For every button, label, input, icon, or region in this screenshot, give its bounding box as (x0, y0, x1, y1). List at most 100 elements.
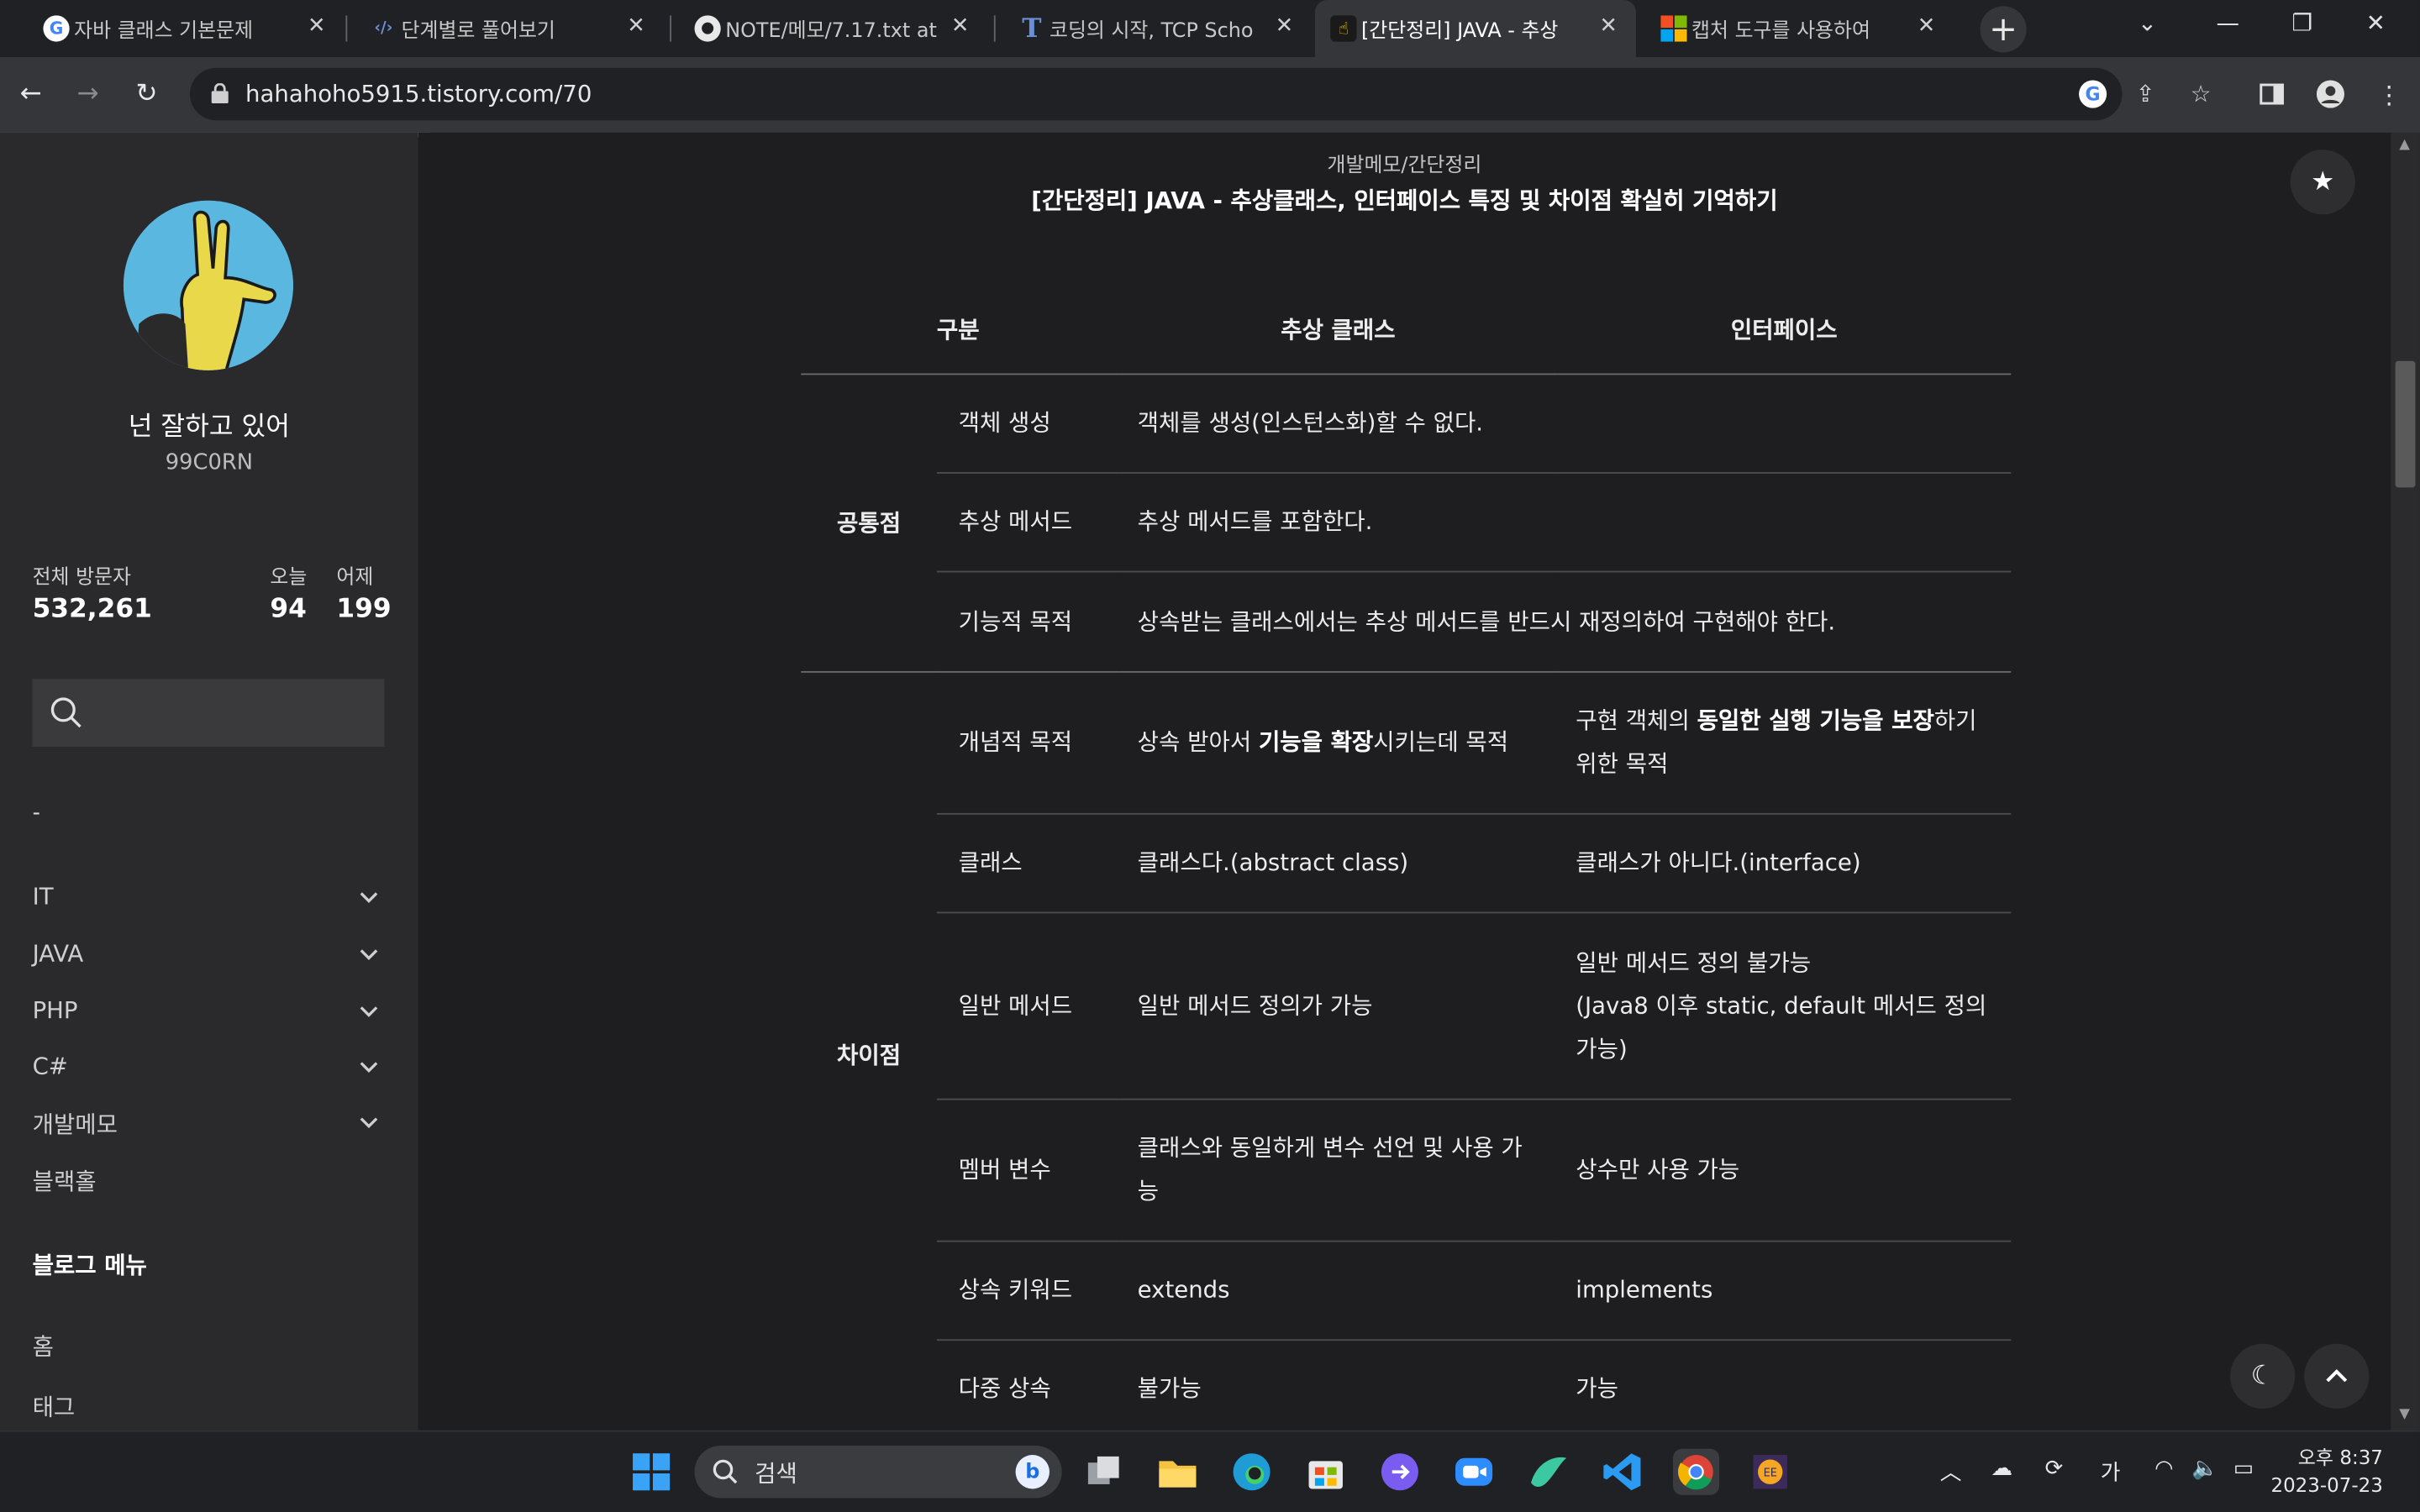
zoom-icon[interactable] (1451, 1449, 1497, 1495)
share-icon[interactable]: ⇪ (2132, 81, 2160, 108)
eclipse-bird-icon[interactable] (1525, 1449, 1571, 1495)
row-name: 클래스 (936, 812, 1119, 913)
task-view-icon[interactable] (1081, 1449, 1127, 1495)
page-scrollbar[interactable]: ▲ ▼ (2391, 132, 2420, 1431)
category-it[interactable]: IT (33, 883, 385, 929)
chevron-down-icon[interactable] (360, 889, 378, 907)
scrollbar-thumb[interactable] (2395, 360, 2416, 488)
edge-icon[interactable] (1228, 1449, 1275, 1495)
blog-title[interactable]: 넌 잘하고 있어 (0, 404, 418, 443)
battery-icon[interactable]: ▭ (2233, 1457, 2254, 1481)
bing-icon[interactable]: b (1015, 1455, 1050, 1489)
profile-icon[interactable] (2315, 79, 2346, 110)
chevron-down-icon[interactable] (360, 1114, 378, 1132)
tab-search-icon[interactable]: ⌄ (2138, 9, 2157, 37)
tab-active-java-summary[interactable]: ☝ [간단정리] JAVA - 추상 ✕ (1314, 0, 1636, 57)
tab-java-class-problems[interactable]: G 자바 클래스 기본문제 ✕ (28, 0, 345, 57)
volume-muted-icon[interactable]: 🔈 (2191, 1457, 2218, 1481)
category-csharp[interactable]: C# (33, 1053, 385, 1099)
scroll-up-arrow[interactable]: ▲ (2396, 137, 2412, 152)
profile-avatar[interactable] (123, 200, 293, 370)
tab-step-by-step[interactable]: ‹/› 단계별로 풀어보기 ✕ (355, 0, 663, 57)
close-tab-icon[interactable]: ✕ (308, 14, 326, 39)
category-dev-memo[interactable]: 개발메모 (33, 1108, 385, 1154)
row-name: 기능적 목적 (936, 570, 1119, 672)
close-tab-icon[interactable]: ✕ (1918, 14, 1936, 39)
row-name: 객체 생성 (936, 373, 1119, 473)
dark-mode-toggle[interactable]: ☾ (2230, 1343, 2296, 1409)
windows-start-icon[interactable] (629, 1449, 675, 1495)
yesterday-visitors-label: 어제 (336, 566, 374, 590)
restore-icon[interactable]: ❐ (2292, 9, 2313, 37)
row-name: 상속 키워드 (936, 1240, 1119, 1341)
sync-icon[interactable]: ⟳ (2045, 1457, 2064, 1481)
microsoft-icon (1660, 15, 1687, 42)
tab-capture-tool[interactable]: 캡처 도구를 사용하여 ✕ (1645, 0, 1954, 57)
power-automate-icon[interactable] (1376, 1449, 1423, 1495)
abstract-cell: 클래스다.(abstract class) (1118, 812, 1558, 913)
menu-item-tags[interactable]: 태그 (33, 1390, 76, 1423)
scroll-down-arrow[interactable]: ▼ (2396, 1407, 2412, 1422)
category-java[interactable]: JAVA (33, 940, 385, 986)
category-label: 블랙홀 (32, 1168, 97, 1196)
tab-title: 코딩의 시작, TCP Scho (1049, 19, 1254, 44)
table-row: 멤버 변수 클래스와 동일하게 변수 선언 및 사용 가능 상수만 사용 가능 (801, 1098, 2012, 1242)
java-ee-ide-icon[interactable]: EE (1747, 1449, 1793, 1495)
taskbar-search[interactable]: 검색 b (694, 1446, 1062, 1499)
github-icon: ● (694, 15, 721, 42)
table-row: 다중 상속 불가능 가능 (801, 1339, 2012, 1431)
blog-search-input[interactable] (32, 679, 385, 747)
google-icon: G (43, 15, 70, 42)
google-lens-icon[interactable]: G (2079, 80, 2107, 108)
reload-icon[interactable]: ↻ (129, 77, 163, 111)
ime-indicator[interactable]: 가 (2101, 1457, 2121, 1488)
address-bar[interactable]: hahahoho5915.tistory.com/70 G ⇪ ☆ (189, 67, 2212, 121)
side-panel-icon[interactable] (2256, 79, 2287, 110)
bookmark-star-icon[interactable]: ☆ (2187, 81, 2215, 108)
interface-cell: 클래스가 아니다.(interface) (1557, 812, 2012, 913)
tab-separator (993, 15, 996, 42)
row-value: 상속받는 클래스에서는 추상 메서드를 반드시 재정의하여 구현해야 한다. (1118, 570, 2012, 672)
scroll-to-top-button[interactable] (2304, 1343, 2370, 1409)
more-menu-icon[interactable]: ⋮ (2374, 79, 2405, 110)
chevron-down-icon[interactable] (360, 1003, 378, 1021)
back-icon[interactable]: ← (14, 77, 48, 111)
total-visitors-label: 전체 방문자 (32, 566, 132, 590)
tab-tcp-school[interactable]: T 코딩의 시작, TCP Scho ✕ (1003, 0, 1312, 57)
close-window-icon[interactable]: ✕ (2366, 9, 2386, 37)
chevron-down-icon[interactable] (360, 946, 378, 964)
menu-item-home[interactable]: 홈 (33, 1330, 54, 1362)
abstract-cell: 상속 받아서 기능을 확장시키는데 목적 (1118, 670, 1558, 814)
close-tab-icon[interactable]: ✕ (627, 14, 645, 39)
file-explorer-icon[interactable] (1155, 1449, 1201, 1495)
chevron-down-icon[interactable] (360, 1058, 378, 1077)
tab-github-note[interactable]: ● NOTE/메모/7.17.txt at ✕ (679, 0, 987, 57)
minimize-icon[interactable]: — (2217, 9, 2240, 37)
forward-icon[interactable]: → (71, 77, 104, 111)
clock-date: 2023-07-23 (2270, 1473, 2383, 1497)
row-name: 다중 상속 (936, 1339, 1119, 1431)
tab-separator (670, 15, 671, 42)
category-php[interactable]: PHP (33, 997, 385, 1043)
onedrive-icon[interactable]: ☁ (1991, 1457, 2012, 1481)
microsoft-store-icon[interactable] (1302, 1449, 1349, 1495)
breadcrumb[interactable]: 개발메모/간단정리 (418, 148, 2391, 178)
close-tab-icon[interactable]: ✕ (1599, 14, 1618, 39)
search-icon (50, 697, 82, 728)
bookmark-star-button[interactable]: ★ (2290, 150, 2355, 215)
close-tab-icon[interactable]: ✕ (1276, 14, 1294, 39)
category-blackhole[interactable]: 블랙홀 (33, 1165, 385, 1211)
table-row: 일반 메서드 일반 메서드 정의가 가능 일반 메서드 정의 불가능 (Java8… (801, 911, 2012, 1100)
vscode-icon[interactable] (1599, 1449, 1645, 1495)
show-hidden-icons[interactable]: ︿ (1940, 1457, 1962, 1488)
table-row: 상속 키워드 extends implements (801, 1240, 2012, 1341)
search-icon (713, 1459, 738, 1484)
header-abstract-class: 추상 클래스 (1118, 286, 1558, 375)
chrome-icon[interactable] (1673, 1448, 1720, 1495)
new-tab-button[interactable]: + (1980, 6, 2027, 53)
wifi-icon[interactable]: ◠ (2154, 1457, 2173, 1481)
close-tab-icon[interactable]: ✕ (951, 14, 970, 39)
system-clock[interactable]: 오후 8:37 2023-07-23 (2270, 1444, 2382, 1499)
blog-sidebar: 넌 잘하고 있어 99C0RN 전체 방문자 532,261 오늘 94 어제 … (0, 132, 418, 1431)
chevron-up-icon (2326, 1368, 2348, 1383)
